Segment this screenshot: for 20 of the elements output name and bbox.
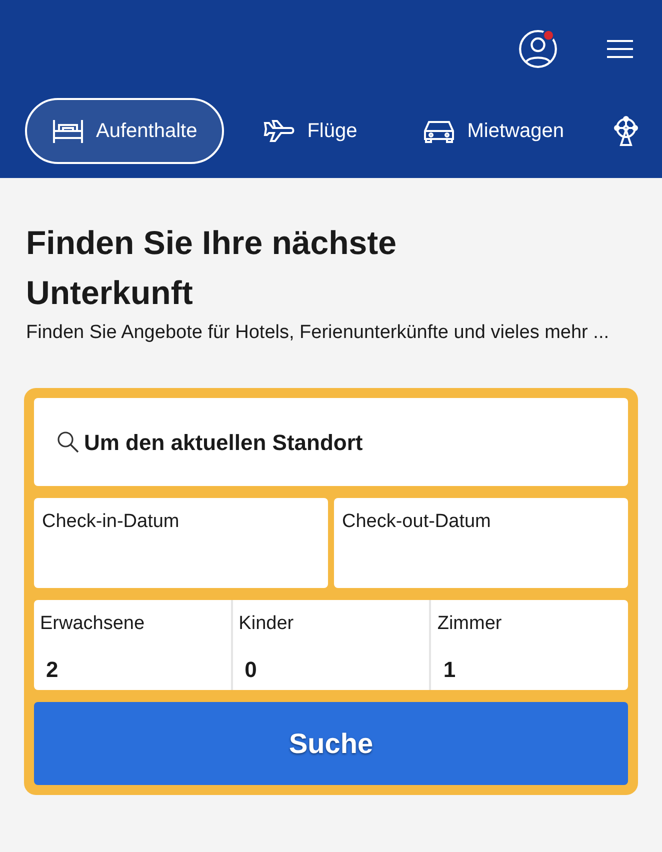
guest-label: Kinder bbox=[238, 612, 294, 636]
category-tab[interactable]: Mietwagen bbox=[396, 98, 591, 164]
guest-label: Zimmer bbox=[437, 612, 502, 636]
car-icon bbox=[423, 119, 456, 143]
guest-count[interactable]: 2 bbox=[46, 652, 58, 686]
account-icon[interactable] bbox=[518, 29, 558, 69]
date-field[interactable]: Check-in-Datum bbox=[34, 498, 328, 588]
category-tab[interactable]: Aufenthalte bbox=[25, 98, 224, 164]
category-tab[interactable]: Flüge bbox=[236, 98, 384, 164]
search-button[interactable]: Suche bbox=[34, 702, 628, 785]
guest-count[interactable]: 0 bbox=[244, 652, 257, 686]
subtitle: Finden Sie Angebote für Hotels, Ferienunterkünfte und vieles mehr ... bbox=[26, 321, 610, 345]
guest-count[interactable]: 1 bbox=[443, 652, 456, 686]
guest-label: Erwachsene bbox=[40, 612, 145, 636]
menu-icon[interactable] bbox=[606, 39, 634, 59]
date-field[interactable]: Check-out-Datum bbox=[334, 498, 628, 588]
destination-field[interactable]: Um den aktuellen Standort bbox=[34, 398, 628, 486]
plane-icon bbox=[263, 119, 296, 143]
page-heading: Finden Sie Ihre nächste Unterkunft bbox=[26, 223, 398, 313]
bed-icon bbox=[52, 118, 84, 144]
